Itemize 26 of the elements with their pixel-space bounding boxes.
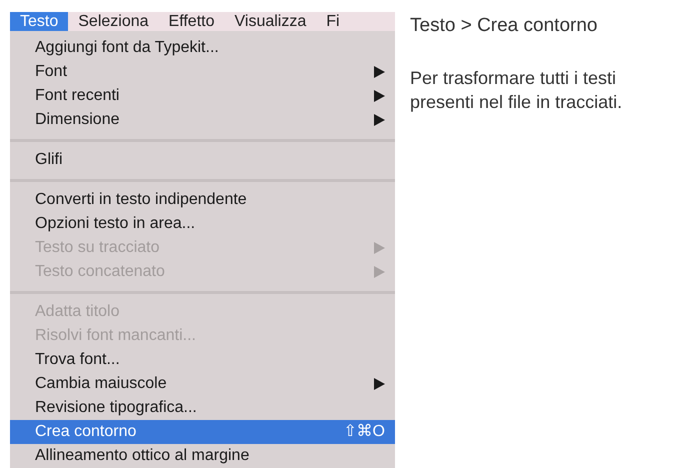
submenu-arrow-icon (374, 114, 385, 126)
submenu-arrow-icon (374, 378, 385, 390)
caption-text: Per trasformare tutti i testi presenti nel file in tracciati. (410, 67, 622, 114)
menu-item[interactable]: Font recenti (10, 84, 395, 108)
menu-bar-item[interactable]: Seleziona (68, 12, 159, 31)
menu-bar-item[interactable]: Testo (10, 12, 68, 31)
menu-item[interactable]: Glifi (10, 148, 395, 172)
menu-bar-item[interactable]: Fi (316, 12, 350, 31)
caption-title: Testo > Crea contorno (410, 14, 598, 38)
menu-item[interactable]: Aggiungi font da Typekit... (10, 36, 395, 60)
menu-bar-item[interactable]: Visualizza (224, 12, 316, 31)
submenu-arrow-icon (374, 266, 385, 278)
submenu-arrow-icon (374, 90, 385, 102)
menu-item[interactable]: Converti in testo indipendente (10, 188, 395, 212)
menu-item[interactable]: Revisione tipografica... (10, 396, 395, 420)
submenu-arrow-icon (374, 242, 385, 254)
menu-item[interactable]: Font (10, 60, 395, 84)
menu-item[interactable]: Cambia maiuscole (10, 372, 395, 396)
menu-item[interactable]: Crea contorno ⇧⌘O (10, 420, 395, 444)
menu-item[interactable]: Trova font... (10, 348, 395, 372)
menu-item[interactable]: Dimensione (10, 108, 395, 132)
menu-item[interactable]: Allineamento ottico al margine (10, 444, 395, 468)
menu-item[interactable]: Opzioni testo in area... (10, 212, 395, 236)
menu-bar-item[interactable]: Effetto (158, 12, 224, 31)
submenu-arrow-icon (374, 66, 385, 78)
shortcut-text: ⇧⌘O (344, 422, 385, 442)
